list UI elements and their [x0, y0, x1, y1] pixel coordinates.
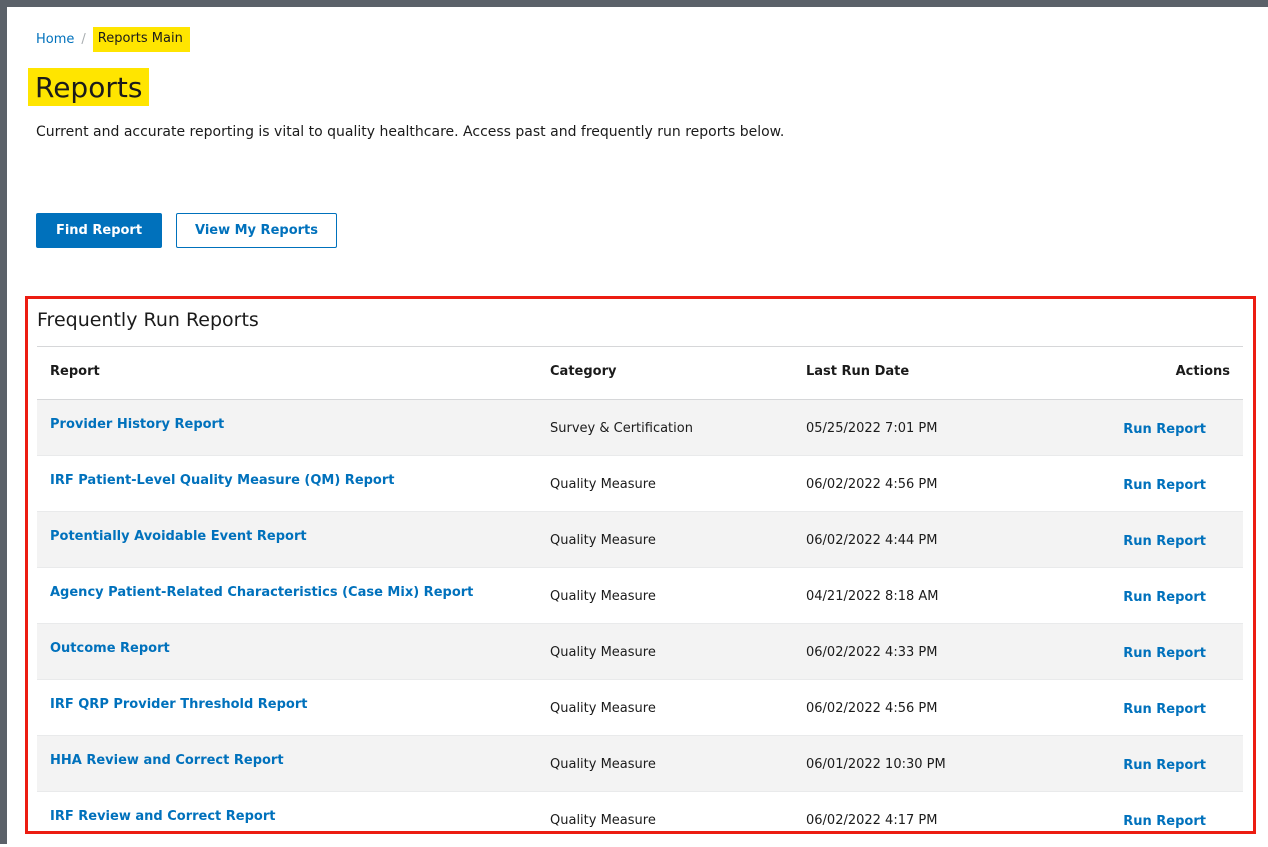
- report-category: Quality Measure: [550, 645, 656, 660]
- run-report-link[interactable]: Run Report: [1123, 758, 1206, 773]
- report-link[interactable]: Agency Patient-Related Characteristics (…: [50, 585, 473, 600]
- find-report-button[interactable]: Find Report: [36, 213, 162, 248]
- report-category: Quality Measure: [550, 757, 656, 772]
- page-intro: Current and accurate reporting is vital …: [36, 124, 785, 140]
- column-header-report: Report: [50, 364, 100, 379]
- run-report-link[interactable]: Run Report: [1123, 534, 1206, 549]
- table-header: Report Category Last Run Date Actions: [37, 347, 1243, 400]
- window-left-border: [0, 0, 7, 844]
- run-report-link[interactable]: Run Report: [1123, 478, 1206, 493]
- table-row: Agency Patient-Related Characteristics (…: [37, 568, 1243, 624]
- report-category: Quality Measure: [550, 477, 656, 492]
- report-last-run: 06/02/2022 4:17 PM: [806, 813, 938, 828]
- run-report-link[interactable]: Run Report: [1123, 590, 1206, 605]
- report-link[interactable]: HHA Review and Correct Report: [50, 753, 284, 768]
- report-last-run: 06/02/2022 4:56 PM: [806, 701, 938, 716]
- panel-title: Frequently Run Reports: [37, 309, 259, 331]
- report-link[interactable]: IRF Patient-Level Quality Measure (QM) R…: [50, 473, 395, 488]
- report-link[interactable]: IRF QRP Provider Threshold Report: [50, 697, 307, 712]
- report-last-run: 06/02/2022 4:44 PM: [806, 533, 938, 548]
- table-row: Potentially Avoidable Event Report Quali…: [37, 512, 1243, 568]
- report-category: Quality Measure: [550, 589, 656, 604]
- view-my-reports-button[interactable]: View My Reports: [176, 213, 337, 248]
- table-row: Outcome Report Quality Measure 06/02/202…: [37, 624, 1243, 680]
- report-link[interactable]: Outcome Report: [50, 641, 170, 656]
- table-row: HHA Review and Correct Report Quality Me…: [37, 736, 1243, 792]
- table-row: IRF QRP Provider Threshold Report Qualit…: [37, 680, 1243, 736]
- run-report-link[interactable]: Run Report: [1123, 422, 1206, 437]
- report-link[interactable]: IRF Review and Correct Report: [50, 809, 275, 824]
- report-category: Quality Measure: [550, 533, 656, 548]
- report-last-run: 04/21/2022 8:18 AM: [806, 589, 939, 604]
- frequently-run-reports-panel: Frequently Run Reports Report Category L…: [25, 296, 1256, 834]
- table-row: IRF Patient-Level Quality Measure (QM) R…: [37, 456, 1243, 512]
- window-top-border: [0, 0, 1268, 7]
- column-header-last-run: Last Run Date: [806, 364, 910, 379]
- report-last-run: 06/01/2022 10:30 PM: [806, 757, 946, 772]
- report-category: Quality Measure: [550, 813, 656, 828]
- breadcrumb-home-link[interactable]: Home: [36, 32, 74, 47]
- report-last-run: 05/25/2022 7:01 PM: [806, 421, 938, 436]
- report-link[interactable]: Provider History Report: [50, 417, 224, 432]
- table-row: IRF Review and Correct Report Quality Me…: [37, 792, 1243, 847]
- run-report-link[interactable]: Run Report: [1123, 814, 1206, 829]
- run-report-link[interactable]: Run Report: [1123, 702, 1206, 717]
- page-title: Reports: [28, 68, 150, 106]
- report-last-run: 06/02/2022 4:33 PM: [806, 645, 938, 660]
- breadcrumb: Home / Reports Main: [36, 27, 190, 52]
- column-header-category: Category: [550, 364, 617, 379]
- reports-table: Report Category Last Run Date Actions Pr…: [37, 346, 1243, 847]
- report-category: Survey & Certification: [550, 421, 693, 436]
- run-report-link[interactable]: Run Report: [1123, 646, 1206, 661]
- breadcrumb-current: Reports Main: [92, 27, 190, 52]
- column-header-actions: Actions: [1175, 364, 1230, 379]
- breadcrumb-separator: /: [81, 32, 86, 47]
- report-category: Quality Measure: [550, 701, 656, 716]
- table-row: Provider History Report Survey & Certifi…: [37, 400, 1243, 456]
- report-last-run: 06/02/2022 4:56 PM: [806, 477, 938, 492]
- report-link[interactable]: Potentially Avoidable Event Report: [50, 529, 307, 544]
